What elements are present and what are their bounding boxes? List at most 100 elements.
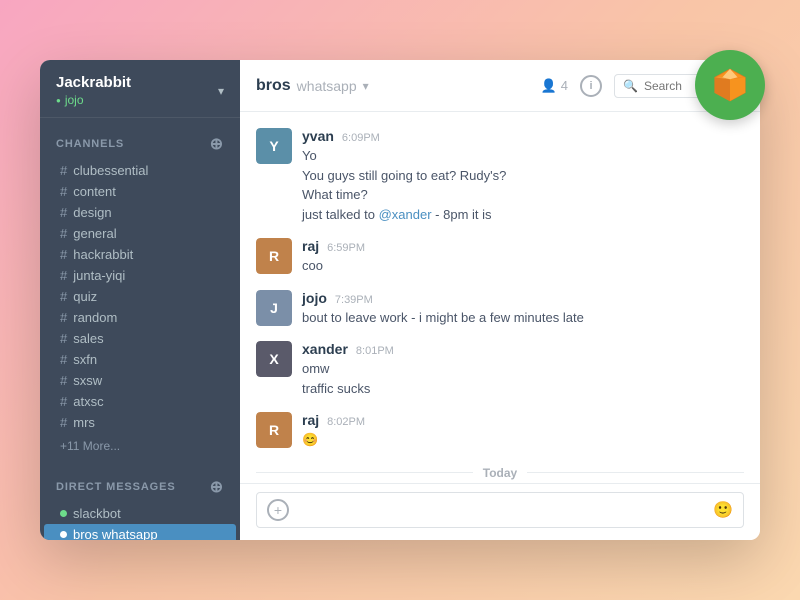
avatar: R [256, 412, 292, 448]
channel-item-general[interactable]: #general [44, 223, 236, 244]
channels-section-header: CHANNELS ⊕ [40, 130, 240, 160]
message-group: Jjojo 7:39PM bout to leave work - i might … [256, 290, 744, 328]
message-time: 7:39PM [335, 294, 373, 306]
main-panel: bros whatsapp ▾ 👤 4 i 🔍 Yyvan 6:09PM YoYou… [240, 60, 760, 540]
message-author: jojo [302, 290, 327, 306]
mention: @xander [379, 207, 432, 222]
divider-line [256, 472, 473, 473]
dm-item-slackbot[interactable]: slackbot [44, 503, 236, 524]
message-text: You guys still going to eat? Rudy's? [302, 166, 744, 186]
add-dm-icon[interactable]: ⊕ [210, 477, 224, 497]
main-header: bros whatsapp ▾ 👤 4 i 🔍 [240, 60, 760, 112]
message-text: just talked to @xander - 8pm it is [302, 205, 744, 225]
channel-item-content[interactable]: #content [44, 181, 236, 202]
message-group: Yyvan 6:09PM YoYou guys still going to eat… [256, 128, 744, 224]
channel-item-sxsw[interactable]: #sxsw [44, 370, 236, 391]
channel-item-sales[interactable]: #sales [44, 328, 236, 349]
hash-icon: # [60, 289, 67, 304]
channel-item-random[interactable]: #random [44, 307, 236, 328]
workspace-chevron-icon[interactable]: ▾ [218, 84, 224, 98]
channel-item-atxsc[interactable]: #atxsc [44, 391, 236, 412]
more-channels-link[interactable]: +11 More... [44, 435, 236, 457]
message-content: xander 8:01PM omwtraffic sucks [302, 341, 744, 398]
channel-item-hackrabbit[interactable]: #hackrabbit [44, 244, 236, 265]
avatar: J [256, 290, 292, 326]
hash-icon: # [60, 247, 67, 262]
hash-icon: # [60, 184, 67, 199]
message-text: 😊 [302, 430, 744, 450]
message-content: raj8:02PM😊 [302, 412, 744, 450]
sidebar: Jackrabbit jojo ▾ CHANNELS ⊕ #clubessent… [40, 60, 240, 540]
message-content: yvan 6:09PM YoYou guys still going to eat?… [302, 128, 744, 224]
message-author: xander [302, 341, 348, 357]
message-time: 6:59PM [327, 242, 365, 254]
channel-item-quiz[interactable]: #quiz [44, 286, 236, 307]
avatar: Y [256, 128, 292, 164]
channel-item-sxfn[interactable]: #sxfn [44, 349, 236, 370]
dm-label: DIRECT MESSAGES [56, 481, 176, 493]
message-author: raj [302, 238, 319, 254]
message-time: 8:01PM [356, 345, 394, 357]
message-time: 8:02PM [327, 416, 365, 428]
hash-icon: # [60, 373, 67, 388]
channel-name: bros [256, 77, 291, 95]
dm-status-dot [60, 510, 67, 517]
hash-icon: # [60, 394, 67, 409]
add-channel-icon[interactable]: ⊕ [210, 134, 224, 154]
input-box: + 🙂 [256, 492, 744, 528]
hash-icon: # [60, 226, 67, 241]
members-number: 4 [561, 78, 568, 93]
hash-icon: # [60, 352, 67, 367]
message-group: Xxander 8:01PM omwtraffic sucks [256, 341, 744, 398]
messages-area: Yyvan 6:09PM YoYou guys still going to eat… [240, 112, 760, 483]
people-icon: 👤 [541, 78, 557, 94]
message-text: Yo [302, 146, 744, 166]
hash-icon: # [60, 415, 67, 430]
hash-icon: # [60, 268, 67, 283]
channel-item-junta-yiqi[interactable]: #junta-yiqi [44, 265, 236, 286]
workspace-info: Jackrabbit jojo [56, 74, 131, 107]
dm-section: DIRECT MESSAGES ⊕ slackbotbros whatsappd… [40, 461, 240, 540]
channels-label: CHANNELS [56, 138, 124, 150]
channel-dropdown-icon[interactable]: ▾ [363, 79, 369, 93]
channel-item-mrs[interactable]: #mrs [44, 412, 236, 433]
members-count: 👤 4 [541, 78, 568, 94]
hash-icon: # [60, 331, 67, 346]
emoji-button[interactable]: 🙂 [713, 500, 733, 520]
channel-subtitle: whatsapp [297, 78, 357, 94]
workspace-name: Jackrabbit [56, 74, 131, 91]
avatar: X [256, 341, 292, 377]
message-content: jojo 7:39PM bout to leave work - i might b… [302, 290, 744, 328]
dm-list: slackbotbros whatsappdaniels [40, 503, 240, 540]
message-input-area: + 🙂 [240, 483, 760, 540]
day-divider-text: Today [483, 466, 517, 480]
channel-item-design[interactable]: #design [44, 202, 236, 223]
dm-item-bros-whatsapp[interactable]: bros whatsapp [44, 524, 236, 540]
message-text: omw [302, 359, 744, 379]
day-divider: Today [256, 466, 744, 480]
message-author: yvan [302, 128, 334, 144]
channel-title: bros whatsapp ▾ [256, 77, 369, 95]
message-group: Rraj6:59PMcoo [256, 238, 744, 276]
hash-icon: # [60, 163, 67, 178]
dm-status-dot [60, 531, 67, 538]
search-icon: 🔍 [623, 79, 638, 93]
dm-section-header: DIRECT MESSAGES ⊕ [40, 473, 240, 503]
message-time: 6:09PM [342, 132, 380, 144]
message-text: What time? [302, 185, 744, 205]
hash-icon: # [60, 310, 67, 325]
channels-section: CHANNELS ⊕ #clubessential#content#design… [40, 118, 240, 461]
channel-item-clubessential[interactable]: #clubessential [44, 160, 236, 181]
current-user: jojo [56, 91, 131, 107]
channels-list: #clubessential#content#design#general#ha… [40, 160, 240, 433]
message-content: raj6:59PMcoo [302, 238, 744, 276]
message-group: Rraj8:02PM😊 [256, 412, 744, 450]
avatar: R [256, 238, 292, 274]
message-input[interactable] [297, 503, 705, 518]
message-text: traffic sucks [302, 379, 744, 399]
sketch-badge [695, 50, 765, 120]
message-text: bout to leave work - i might be a few mi… [302, 308, 744, 328]
divider-line [527, 472, 744, 473]
info-button[interactable]: i [580, 75, 602, 97]
attach-button[interactable]: + [267, 499, 289, 521]
